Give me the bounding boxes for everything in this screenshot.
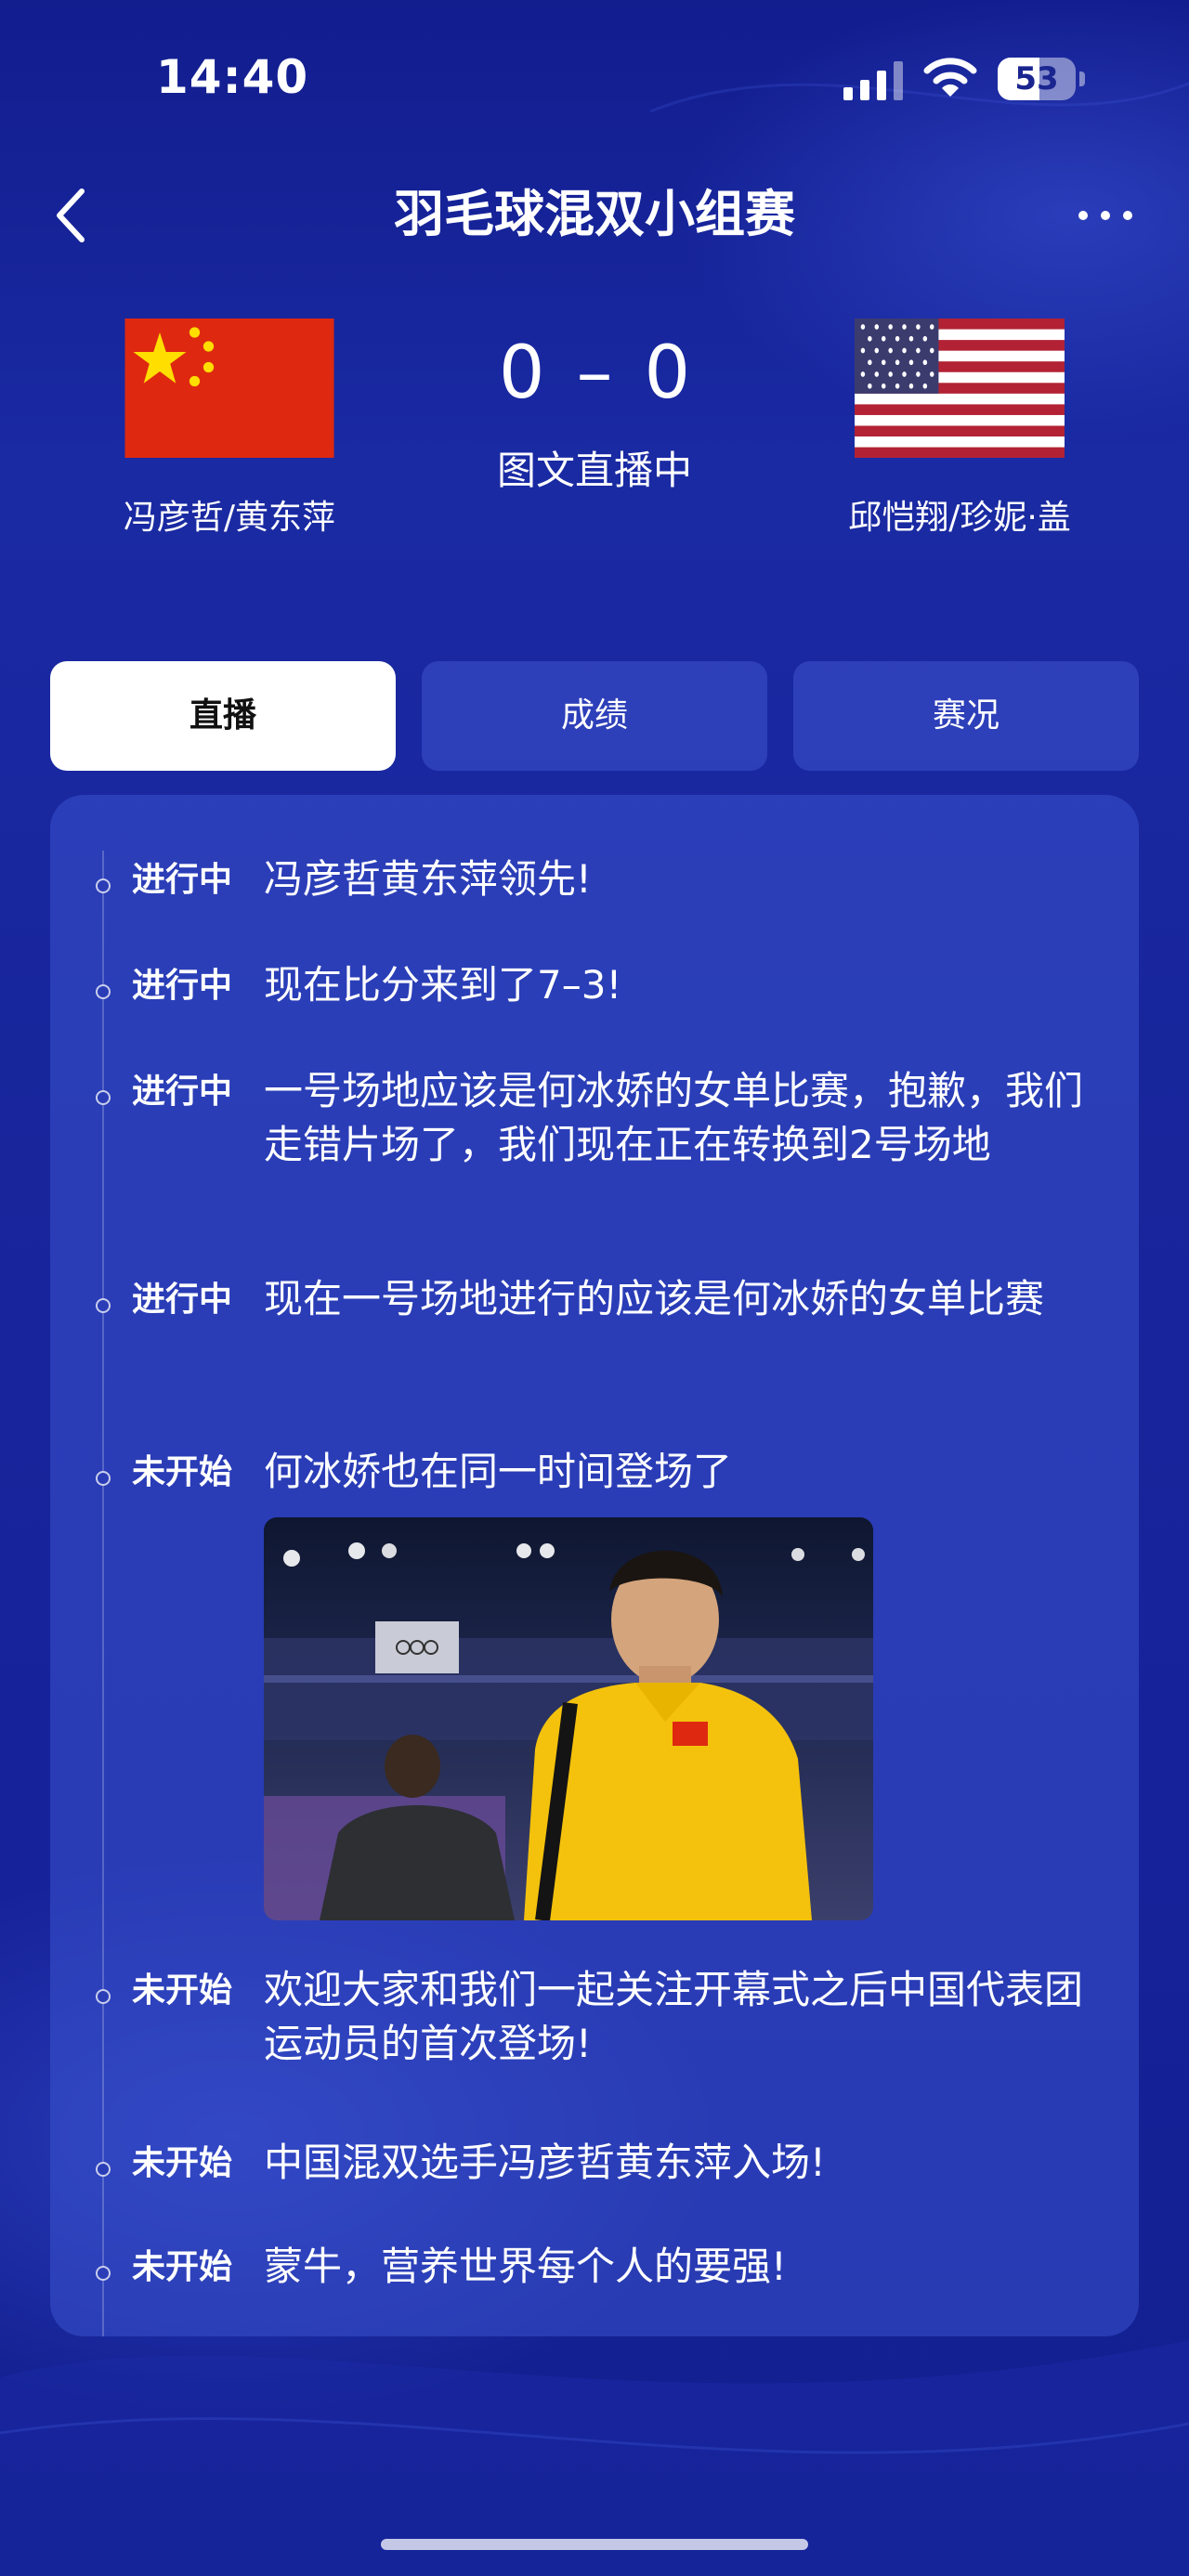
match-score: 0–0 [409,327,780,420]
score-separator: – [576,332,613,415]
timeline-dot [96,1989,111,2004]
feed-item: 未开始 何冰娇也在同一时间登场了 [50,1445,1139,1928]
tab-results[interactable]: 成绩 [422,661,767,771]
timeline-dot [96,1471,111,1486]
battery-body: 53 [998,58,1076,100]
tab-live[interactable]: 直播 [50,661,396,771]
feed-item: 进行中 现在一号场地进行的应该是何冰娇的女单比赛 [50,1272,1139,1384]
status-bar: 14:40 53 [0,0,1189,158]
home-score: 0 [498,332,545,415]
away-score: 0 [644,332,691,415]
back-chevron-icon[interactable] [48,178,95,253]
more-options-icon[interactable] [1076,202,1135,228]
tab-match-status[interactable]: 赛况 [793,661,1139,771]
match-status: 图文直播中 [496,448,692,493]
feed-item-text: 中国混双选手冯彦哲黄东萍入场! [264,2140,826,2185]
china-flag-icon [124,319,334,458]
timeline-dot [96,1090,111,1105]
feed-item-text: 何冰娇也在同一时间登场了 [264,1449,733,1494]
battery-cap [1079,72,1085,86]
feed-item-status: 进行中 [132,967,233,1005]
feed-item-status: 未开始 [132,1453,233,1491]
battery-level-text: 53 [1014,60,1059,98]
wifi-icon [923,58,977,97]
feed-item-status: 进行中 [132,1281,233,1319]
feed-item: 未开始 蒙牛，营养世界每个人的要强! [50,2240,1139,2305]
feed-item-status: 未开始 [132,2144,233,2182]
timeline-dot [96,2266,111,2281]
feed-item-text: 一号场地应该是何冰娇的女单比赛，抱歉，我们走错片场了，我们现在正在转换到2号场地 [264,1068,1084,1167]
feed-item-text: 蒙牛，营养世界每个人的要强! [264,2244,787,2289]
feed-item-text: 现在一号场地进行的应该是何冰娇的女单比赛 [264,1276,1045,1321]
feed-item-text: 现在比分来到了7–3! [264,962,622,1008]
live-feed-card[interactable]: 进行中 冯彦哲黄东萍领先! 进行中 现在比分来到了7–3! 进行中 一号场地应该… [50,795,1139,2336]
status-time: 14:40 [156,50,309,104]
athlete-photo[interactable] [264,1517,873,1920]
battery-icon: 53 [998,58,1085,102]
timeline-dot [96,878,111,893]
home-indicator[interactable] [381,2539,808,2550]
cellular-signal-icon [843,61,903,100]
feed-item-status: 未开始 [132,1971,233,2010]
page-title: 羽毛球混双小组赛 [394,185,795,243]
away-team-name: 邱恺翔/珍妮·盖 [848,499,1071,537]
feed-item: 进行中 现在比分来到了7–3! [50,958,1139,1023]
timeline-dot [96,1298,111,1313]
home-team-name: 冯彦哲/黄东萍 [123,499,336,537]
feed-item-text: 欢迎大家和我们一起关注开幕式之后中国代表团运动员的首次登场! [264,1967,1084,2066]
timeline-dot [96,984,111,999]
feed-item-status: 未开始 [132,2248,233,2286]
feed-item: 进行中 冯彦哲黄东萍领先! [50,852,1139,917]
feed-item: 未开始 中国混双选手冯彦哲黄东萍入场! [50,2136,1139,2201]
feed-item-status: 进行中 [132,861,233,899]
usa-flag-icon [855,319,1065,458]
feed-item: 未开始 欢迎大家和我们一起关注开幕式之后中国代表团运动员的首次登场! [50,1963,1139,2075]
feed-item-status: 进行中 [132,1073,233,1111]
feed-item-text: 冯彦哲黄东萍领先! [264,856,592,902]
feed-item: 进行中 一号场地应该是何冰娇的女单比赛，抱歉，我们走错片场了，我们现在正在转换到… [50,1064,1139,1231]
timeline-dot [96,2162,111,2177]
